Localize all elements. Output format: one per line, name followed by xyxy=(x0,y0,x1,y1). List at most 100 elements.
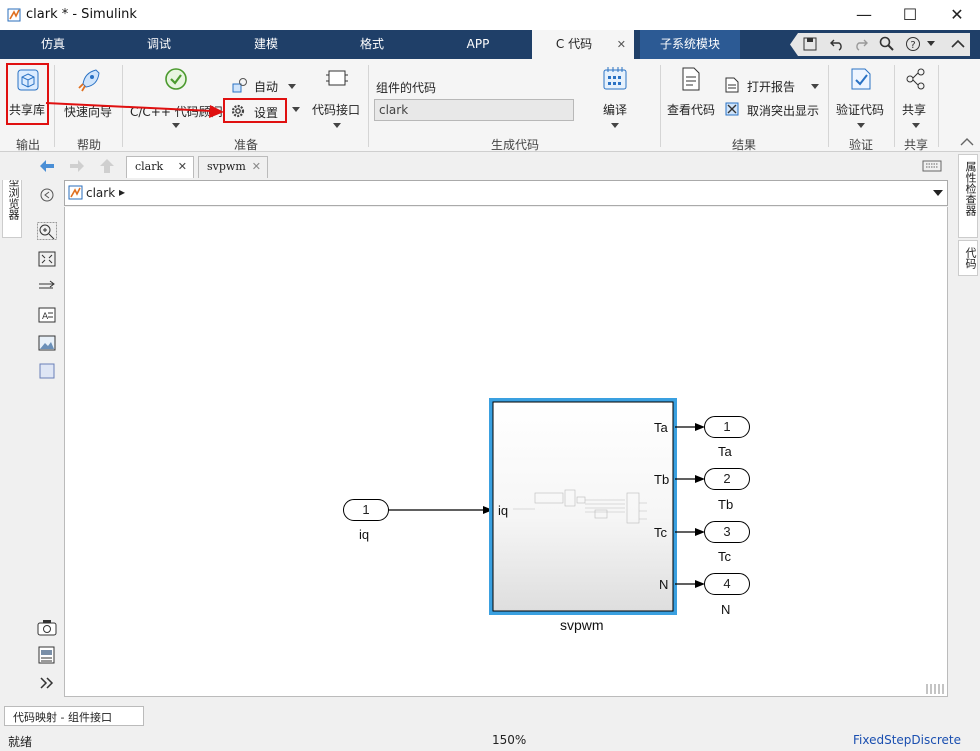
code-interface-button[interactable]: 代码接口 xyxy=(308,65,366,131)
title-bar: clark * - Simulink — ☐ ✕ xyxy=(0,0,980,30)
outport-label-ta[interactable]: Ta xyxy=(718,444,732,459)
divider xyxy=(828,65,829,147)
dropdown-arrow-icon xyxy=(611,123,619,128)
component-code-label: 组件的代码 xyxy=(376,81,437,95)
redo-icon[interactable] xyxy=(853,37,869,51)
remove-highlight-label: 取消突出显示 xyxy=(747,104,820,118)
tab-close-icon[interactable]: ✕ xyxy=(617,30,626,59)
more-tools-icon[interactable] xyxy=(37,674,57,692)
property-inspector-toggle-icon[interactable] xyxy=(37,646,57,664)
zoom-level: 150% xyxy=(492,733,527,747)
hide-browser-icon[interactable] xyxy=(37,186,57,204)
outport-label-tb[interactable]: Tb xyxy=(718,497,733,512)
tool-palette: A xyxy=(32,180,62,698)
subsystem-name[interactable]: svpwm xyxy=(560,617,604,633)
code-panel-label: 代码 xyxy=(964,247,977,269)
settings-dropdown-icon[interactable] xyxy=(292,107,300,113)
collapse-ribbon-icon[interactable] xyxy=(960,137,974,147)
svpwm-subsystem-block[interactable] xyxy=(492,401,674,612)
tab-apps[interactable]: APP xyxy=(445,30,511,59)
fit-to-view-icon[interactable] xyxy=(37,250,57,268)
group-results: 结果 xyxy=(731,138,756,152)
search-icon[interactable] xyxy=(879,36,895,52)
help-icon[interactable]: ? xyxy=(905,36,921,52)
resize-grip-icon[interactable] xyxy=(925,683,945,695)
component-code-field[interactable]: clark xyxy=(374,99,574,121)
outport-block-tb[interactable]: 2 xyxy=(704,468,750,490)
image-icon[interactable] xyxy=(37,334,57,352)
model-icon xyxy=(68,185,83,200)
tab-modeling[interactable]: 建模 xyxy=(233,30,299,59)
outport-label-tc[interactable]: Tc xyxy=(718,549,731,564)
doc-tab-clark-label: clark xyxy=(135,160,164,173)
collapse-toolstrip-icon[interactable] xyxy=(950,38,970,50)
right-panel-strip: 属性检查器 代码 xyxy=(956,152,980,698)
inport-label[interactable]: iq xyxy=(359,527,369,542)
doc-tab-clark[interactable]: clark ✕ xyxy=(126,156,194,178)
maximize-button[interactable]: ☐ xyxy=(887,0,933,30)
ribbon-toolstrip: 共享库 输出 快速向导 帮助 C/C++ 代码顾问 自动 设置 代码接口 准备 … xyxy=(0,59,980,152)
address-dropdown-icon[interactable] xyxy=(933,190,943,197)
auto-label: 自动 xyxy=(254,80,279,94)
area-icon[interactable] xyxy=(37,362,57,380)
close-button[interactable]: ✕ xyxy=(934,0,980,30)
group-share: 共享 xyxy=(903,138,928,152)
component-code-value: clark xyxy=(379,103,409,117)
annotation-icon[interactable]: A xyxy=(37,306,57,324)
outport-block-tc[interactable]: 3 xyxy=(704,521,750,543)
back-arrow-icon[interactable] xyxy=(38,158,56,174)
build-button[interactable]: 编译 xyxy=(588,65,642,131)
forward-arrow-icon[interactable] xyxy=(68,158,86,174)
tab-simulation[interactable]: 仿真 xyxy=(20,30,86,59)
group-output: 输出 xyxy=(15,138,40,152)
document-icon xyxy=(682,67,700,91)
outport-label-n[interactable]: N xyxy=(721,602,730,617)
build-label: 编译 xyxy=(603,103,628,117)
zoom-in-icon[interactable] xyxy=(37,222,57,240)
property-inspector-tab[interactable]: 属性检查器 xyxy=(958,154,978,238)
tab-c-code[interactable]: C 代码 ✕ xyxy=(532,30,634,59)
screenshot-icon[interactable] xyxy=(37,618,57,636)
remove-highlight-button[interactable]: 取消突出显示 xyxy=(724,99,824,121)
status-text: 就绪 xyxy=(8,735,33,749)
code-mapping-tab[interactable]: 代码映射 - 组件接口 xyxy=(4,706,144,726)
subsystem-port-n: N xyxy=(659,577,669,592)
tab-debug[interactable]: 调试 xyxy=(126,30,192,59)
signal-arrows-icon[interactable] xyxy=(37,278,57,296)
tab-subsystem-block[interactable]: 子系统模块 xyxy=(640,30,740,59)
dropdown-arrow-icon xyxy=(857,123,865,128)
doc-tab-svpwm-label: svpwm xyxy=(207,160,246,173)
tab-format[interactable]: 格式 xyxy=(339,30,405,59)
doc-tab-svpwm[interactable]: svpwm ✕ xyxy=(198,156,268,178)
save-icon[interactable] xyxy=(803,37,817,51)
outport-block-ta[interactable]: 1 xyxy=(704,416,750,438)
group-prepare: 准备 xyxy=(233,138,258,152)
verify-code-button[interactable]: 验证代码 xyxy=(832,65,890,131)
breadcrumb-arrow-icon[interactable]: ▸ xyxy=(119,185,125,199)
tab-close-icon[interactable]: ✕ xyxy=(252,160,261,173)
model-canvas[interactable]: 1 iq iq Ta Tb Tc N svpwm 1 Ta 2 Tb 3 Tc … xyxy=(64,207,948,697)
outport-block-n[interactable]: 4 xyxy=(704,573,750,595)
solver-link[interactable]: FixedStepDiscrete xyxy=(853,733,961,747)
undo-icon[interactable] xyxy=(829,37,845,51)
keyboard-icon[interactable] xyxy=(922,160,942,172)
dropdown-arrow-icon xyxy=(811,84,819,89)
auto-dropdown[interactable]: 自动 xyxy=(232,75,298,97)
address-path[interactable]: clark xyxy=(86,186,115,200)
view-code-button[interactable]: 查看代码 xyxy=(664,65,720,125)
share-button[interactable]: 共享 xyxy=(898,65,934,131)
subsystem-port-tc: Tc xyxy=(654,525,667,540)
model-address-bar[interactable]: clark ▸ xyxy=(64,180,948,206)
open-report-label: 打开报告 xyxy=(747,80,796,94)
tab-close-icon[interactable]: ✕ xyxy=(178,160,187,173)
group-generate-code: 生成代码 xyxy=(490,138,539,152)
up-arrow-icon[interactable] xyxy=(98,157,116,175)
minimize-button[interactable]: — xyxy=(841,0,887,30)
divider xyxy=(660,65,661,147)
svg-text:?: ? xyxy=(910,40,915,51)
inport-block[interactable]: 1 xyxy=(343,499,389,521)
open-report-button[interactable]: 打开报告 xyxy=(724,75,824,97)
property-inspector-label: 属性检查器 xyxy=(964,161,977,216)
code-panel-tab[interactable]: 代码 xyxy=(958,240,978,276)
dropdown-arrow-icon[interactable] xyxy=(927,40,937,48)
